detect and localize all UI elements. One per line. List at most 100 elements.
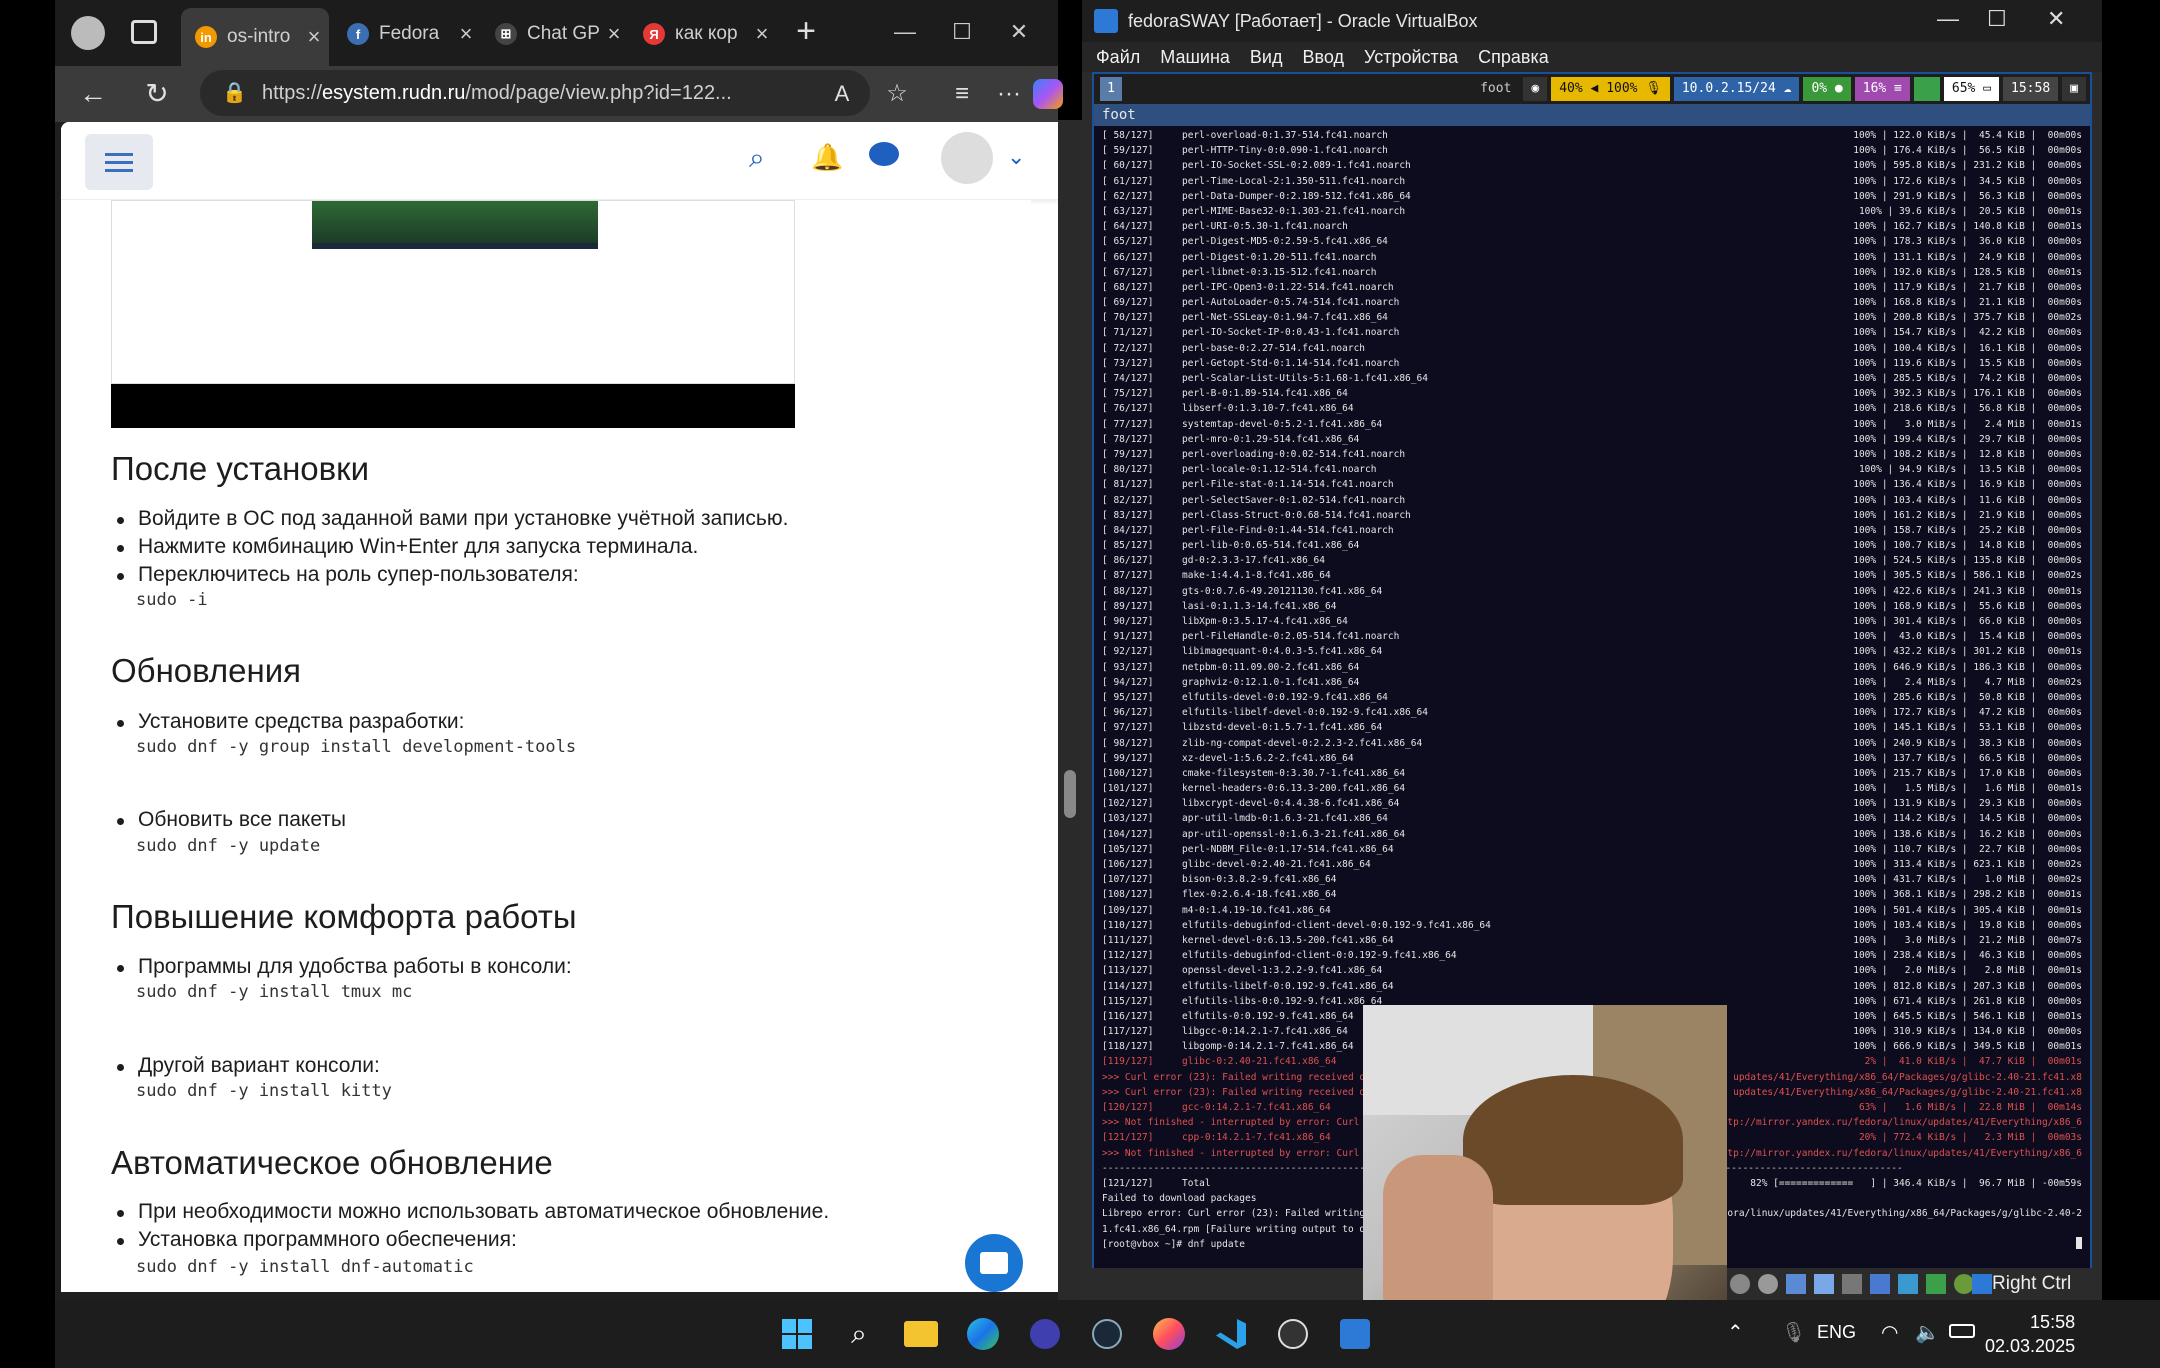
minimize-icon[interactable]: —: [1937, 6, 1959, 32]
chevron-down-icon[interactable]: ⌄: [1007, 144, 1025, 170]
recording-icon: [1898, 1274, 1918, 1294]
obs-icon[interactable]: [1271, 1312, 1315, 1356]
page-scrollbar[interactable]: [1058, 120, 1082, 1300]
copilot-icon[interactable]: [1030, 72, 1066, 116]
tab-os-intro[interactable]: in os-intro ×: [181, 8, 329, 66]
menu-view[interactable]: Вид: [1250, 42, 1283, 72]
minimize-icon[interactable]: —: [885, 14, 925, 50]
terminal-line: [ 63/127] perl-MIME-Base32-0:1.303-21.fc4…: [1102, 204, 2082, 219]
close-tab-icon[interactable]: ×: [299, 24, 329, 50]
terminal-line-package: perl-Scalar-List-Utils-5:1.68-1.fc41.x86…: [1182, 373, 1428, 384]
maximize-icon[interactable]: ☐: [942, 14, 982, 50]
menu-help[interactable]: Справка: [1478, 42, 1549, 72]
profile-icon[interactable]: [71, 16, 105, 50]
close-tab-icon[interactable]: ×: [747, 21, 777, 47]
volume-icon[interactable]: 🔈: [1915, 1320, 1940, 1345]
usb-icon: [1814, 1274, 1834, 1294]
terminal-line-index: [ 68/127]: [1102, 281, 1154, 293]
terminal-line: [ 62/127] perl-Data-Dumper-0:2.189-512.fc…: [1102, 189, 2082, 204]
vbox-title: fedoraSWAY [Работает] - Oracle VirtualBo…: [1128, 11, 1478, 31]
terminal-line: [ 60/127] perl-IO-Socket-SSL-0:2.089-1.fc…: [1102, 158, 2082, 173]
hamburger-menu-button[interactable]: [85, 134, 153, 190]
terminal-line-index: [ 70/127]: [1102, 312, 1154, 324]
tab-actions-icon[interactable]: [131, 20, 157, 44]
menu-file[interactable]: Файл: [1096, 42, 1140, 72]
menu-input[interactable]: Ввод: [1303, 42, 1344, 72]
terminal-line: [113/127] openssl-devel-1:3.2.2-9.fc41.x8…: [1102, 963, 2082, 978]
close-window-icon[interactable]: ✕: [999, 14, 1039, 50]
system-clock[interactable]: 15:58 02.03.2025: [1985, 1310, 2075, 1358]
wifi-icon[interactable]: ◠: [1881, 1320, 1898, 1345]
back-icon[interactable]: ←: [71, 72, 115, 116]
print-button[interactable]: [965, 1234, 1023, 1292]
menu-machine[interactable]: Машина: [1160, 42, 1230, 72]
terminal-line-package: bison-0:3.8.2-9.fc41.x86_64: [1182, 874, 1337, 886]
terminal-line-stats: 100% | 285.6 KiB/s | 50.8 KiB | 00m00s: [1853, 691, 2082, 703]
webcam-person-hair: [1463, 1075, 1683, 1205]
terminal-line-stats: 100% | 501.4 KiB/s | 305.4 KiB | 00m01s: [1853, 904, 2082, 916]
search-icon[interactable]: ⌕: [749, 142, 785, 178]
favorite-star-icon[interactable]: ☆: [875, 72, 919, 116]
vscode-icon[interactable]: [1209, 1312, 1253, 1356]
close-window-icon[interactable]: ✕: [2047, 6, 2065, 32]
terminal-line: [ 68/127] perl-IPC-Open3-0:1.22-514.fc41.…: [1102, 280, 2082, 295]
terminal-line-index: [104/127]: [1102, 828, 1154, 840]
menu-devices[interactable]: Устройства: [1364, 42, 1458, 72]
maximize-icon[interactable]: ☐: [1987, 6, 2007, 32]
read-aloud-icon[interactable]: A: [820, 72, 864, 116]
more-menu-icon[interactable]: ···: [987, 72, 1031, 116]
favorites-list-icon[interactable]: ≡: [940, 72, 984, 116]
terminal-line: [ 89/127] lasi-0:1.1.3-14.fc41.x86_64 100%…: [1102, 599, 2082, 614]
virtualbox-taskbar-icon[interactable]: [1333, 1312, 1377, 1356]
terminal-line-stats: 100% | 110.7 KiB/s | 22.7 KiB | 00m00s: [1853, 843, 2082, 855]
scrollbar-thumb[interactable]: [1064, 770, 1076, 818]
tab-yandex[interactable]: Я как кор ×: [629, 12, 777, 56]
terminal-line-package: libxcrypt-devel-0:4.4.38-6.fc41.x86_64: [1182, 798, 1400, 810]
terminal-line-package: elfutils-libelf-devel-0:0.192-9.fc41.x86…: [1182, 707, 1428, 719]
edge-icon[interactable]: [961, 1312, 1005, 1356]
terminal-line-stats: 100% | 1.5 MiB/s | 1.6 MiB | 00m01s: [1853, 783, 2082, 795]
section-title-after-install: После установки: [111, 450, 370, 487]
avatar[interactable]: [941, 132, 993, 184]
discord-like-icon[interactable]: [1023, 1312, 1067, 1356]
terminal-line: [ 88/127] gts-0:0.7.6-49.20121130.fc41.x8…: [1102, 584, 2082, 599]
terminal-line: [105/127] perl-NDBM_File-0:1.17-514.fc41.…: [1102, 842, 2082, 857]
windows-start-icon[interactable]: [775, 1312, 819, 1356]
input-language[interactable]: ENG: [1817, 1322, 1856, 1343]
url-input[interactable]: 🔒 https://esystem.rudn.ru/mod/page/view.…: [200, 70, 870, 116]
steam-icon[interactable]: [1085, 1312, 1129, 1356]
bell-icon[interactable]: 🔔: [811, 142, 847, 178]
battery-icon[interactable]: [1949, 1324, 1975, 1338]
section-title-comfort: Повышение комфорта работы: [111, 898, 577, 935]
terminal-line-stats: 100% | 646.9 KiB/s | 186.3 KiB | 00m00s: [1853, 661, 2082, 673]
close-tab-icon[interactable]: ×: [451, 21, 481, 47]
firefox-icon[interactable]: [1147, 1312, 1191, 1356]
messages-icon[interactable]: [869, 142, 905, 178]
terminal-line-index: [ 63/127]: [1102, 205, 1154, 217]
tab-chatgpt[interactable]: ⊞ Chat GP ×: [481, 12, 629, 56]
mic-value: 100%: [1606, 81, 1638, 96]
video-thumbnail: [312, 201, 598, 249]
terminal-line-stats: 100% | 136.4 KiB/s | 16.9 KiB | 00m00s: [1853, 479, 2082, 491]
terminal-line-stats: 100% | 301.4 KiB/s | 66.0 KiB | 00m00s: [1853, 616, 2082, 627]
microphone-icon[interactable]: 🎙: [1781, 1320, 1806, 1345]
focused-app: foot: [1480, 81, 1512, 96]
moodle-page: ⌕ 🔔 ⌄ После установки Войдите в ОС под з…: [61, 122, 1058, 1292]
reload-icon[interactable]: ↻: [135, 72, 179, 116]
terminal-line: [ 87/127] make-1:4.4.1-8.fc41.x86_64 100% …: [1102, 568, 2082, 583]
tab-fedora[interactable]: f Fedora ×: [333, 12, 481, 56]
section-title-auto-update: Автоматическое обновление: [111, 1144, 553, 1181]
terminal-line-stats: 100% | 313.4 KiB/s | 623.1 KiB | 00m02s: [1853, 859, 2082, 870]
search-icon[interactable]: ⌕: [837, 1312, 881, 1356]
file-explorer-icon[interactable]: [899, 1312, 943, 1356]
terminal-line-stats: 100% | 168.9 KiB/s | 55.6 KiB | 00m00s: [1853, 600, 2082, 612]
chatgpt-favicon-icon: ⊞: [495, 23, 517, 45]
close-tab-icon[interactable]: ×: [599, 21, 629, 47]
new-tab-button[interactable]: +: [786, 12, 826, 52]
terminal-line: [ 98/127] zlib-ng-compat-devel-0:2.2.3-2.…: [1102, 736, 2082, 751]
workspace-indicator[interactable]: 1: [1100, 77, 1122, 101]
chevron-up-icon[interactable]: ⌃: [1727, 1320, 1744, 1345]
terminal-line-stats: 100% | 172.7 KiB/s | 47.2 KiB | 00m00s: [1853, 707, 2082, 719]
terminal-line-index: [ 90/127]: [1102, 616, 1154, 627]
video-embed[interactable]: [111, 200, 795, 384]
